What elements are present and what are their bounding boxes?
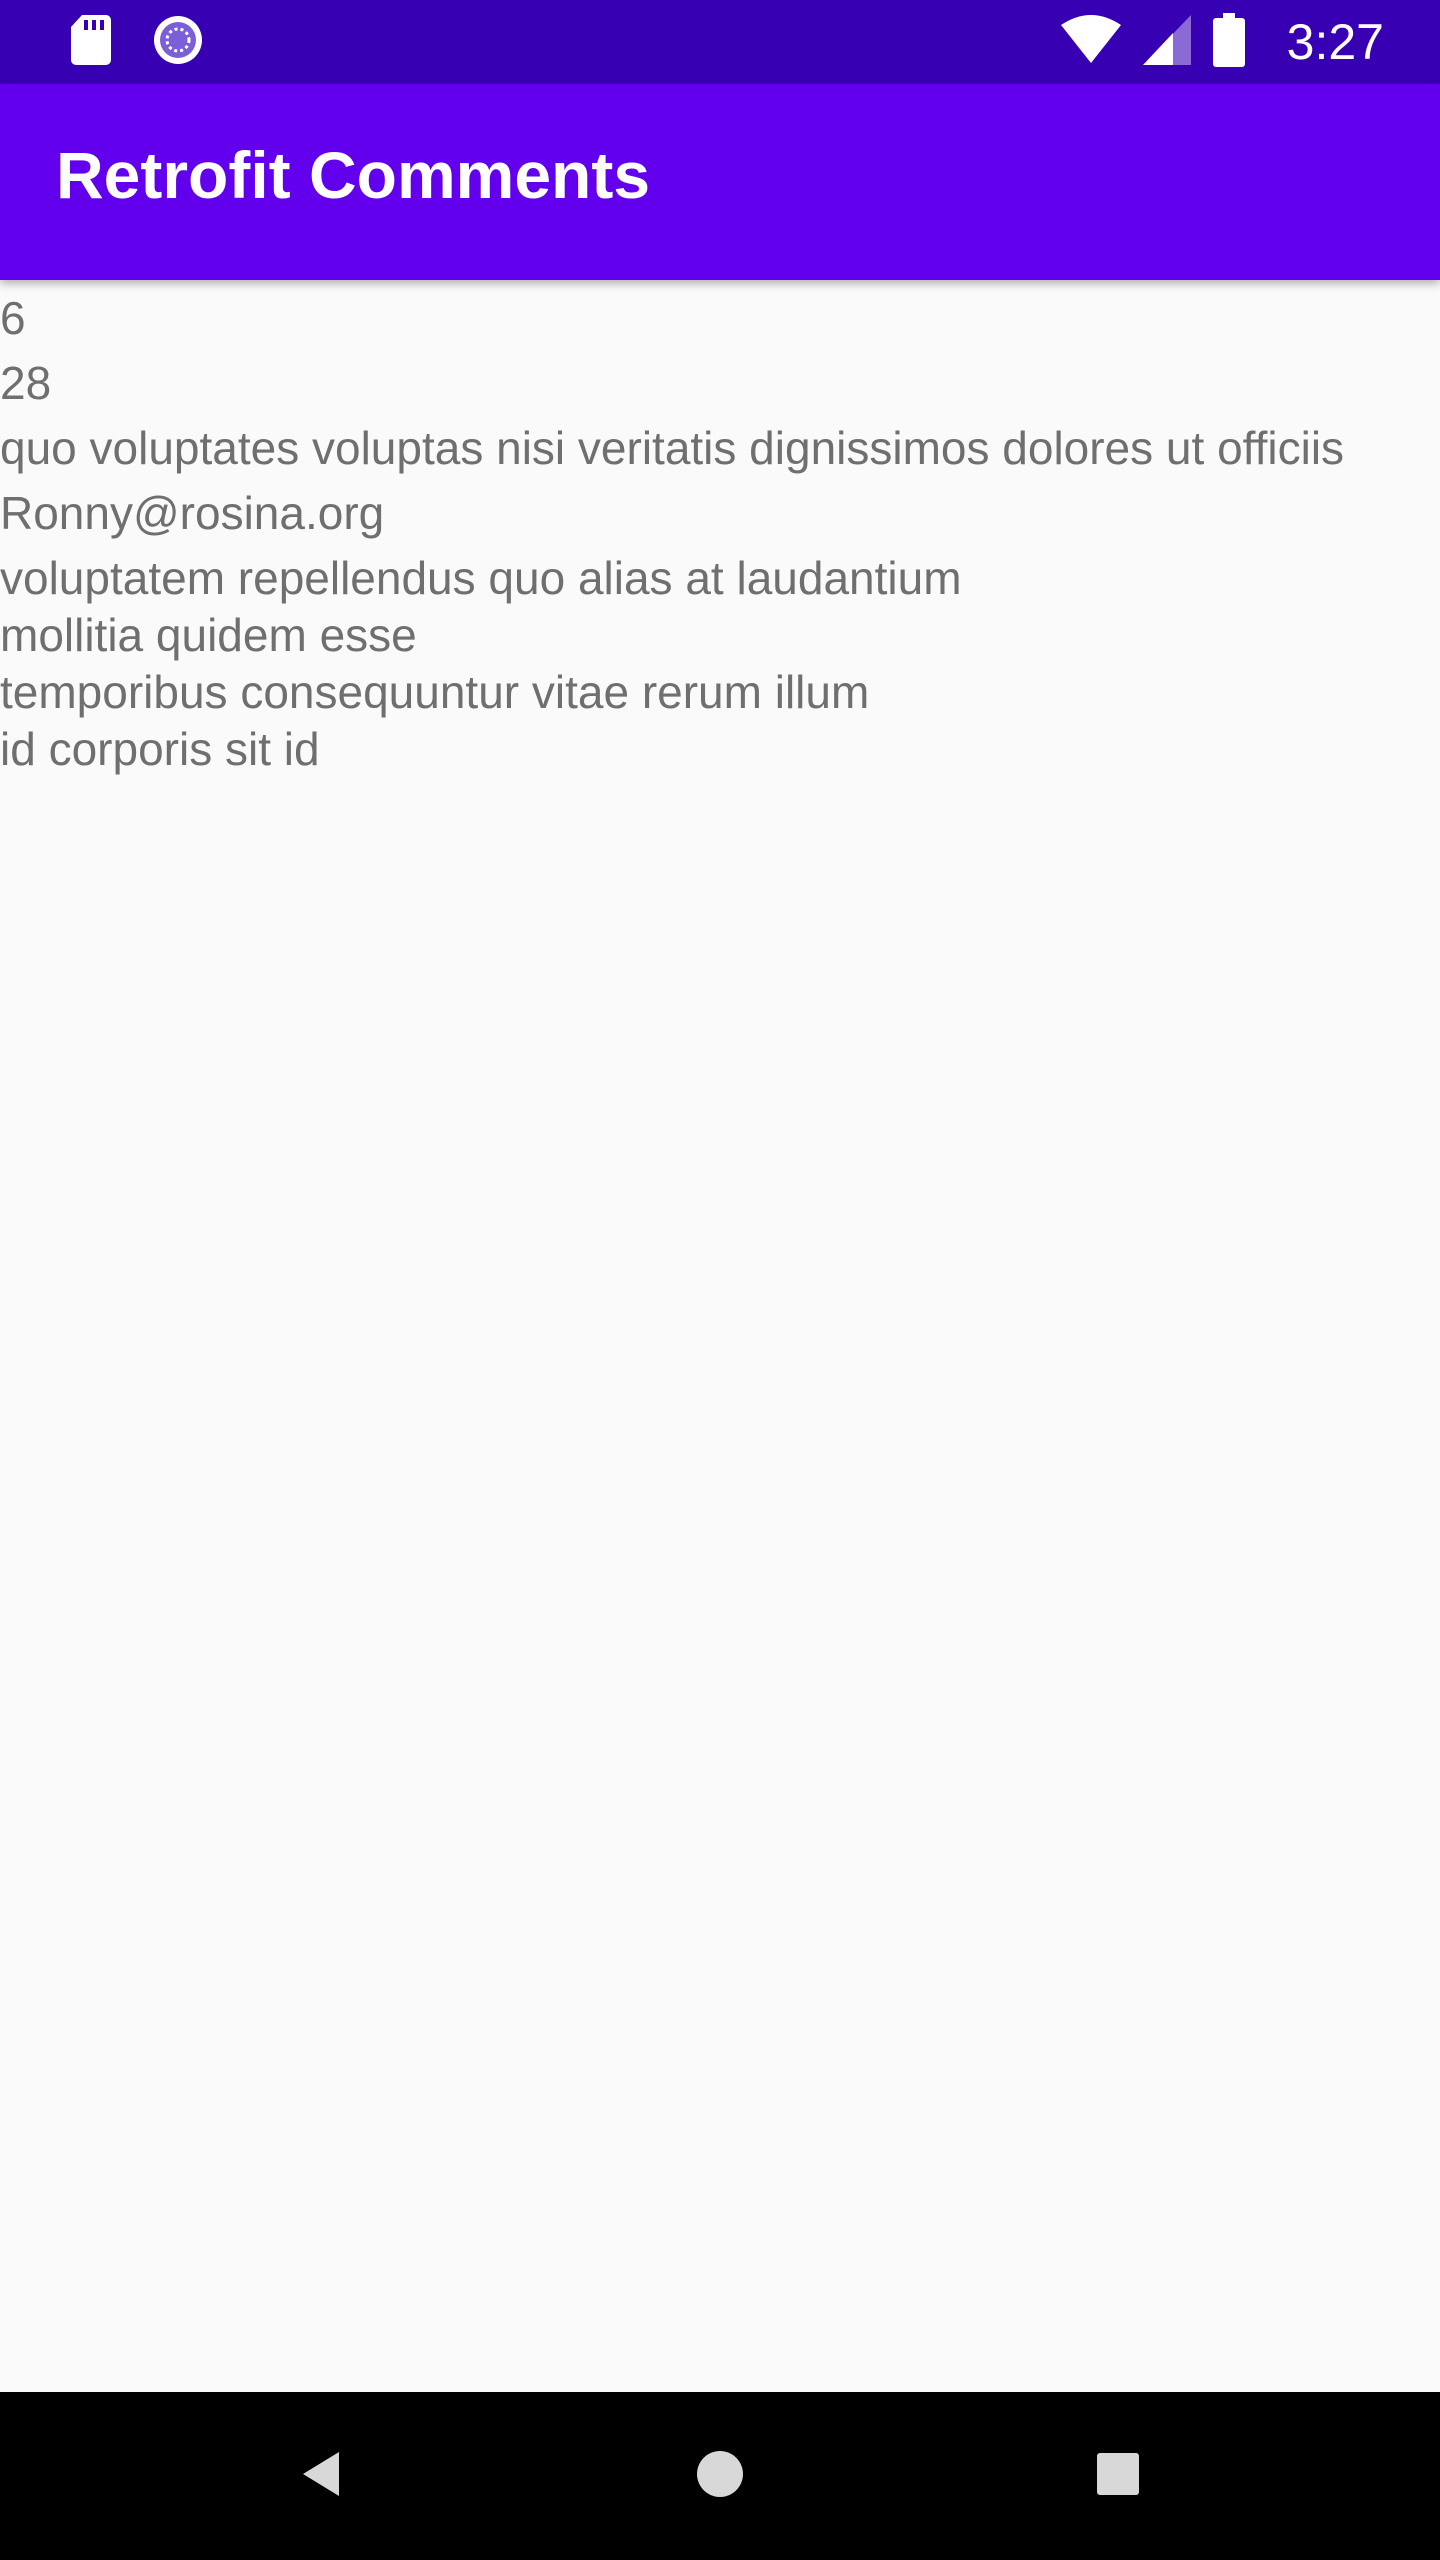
wifi-icon [1060,14,1121,70]
home-button[interactable] [672,2428,768,2524]
battery-icon [1212,12,1245,72]
home-icon [695,2449,745,2504]
comment-id: 28 [0,357,52,409]
cellular-signal-icon [1142,14,1191,70]
app-bar: Retrofit Comments [0,84,1440,280]
status-bar: 3:27 [0,0,1440,84]
sync-progress-icon [152,14,204,71]
comment-email: Ronny@rosina.org [0,487,385,539]
recents-icon [1095,2451,1141,2502]
sd-card-icon [70,14,112,70]
comment-post-id: 6 [0,292,26,344]
status-right-icons: 3:27 [1060,0,1384,84]
comment-detail: 6 28 quo voluptates voluptas nisi verita… [0,290,1400,786]
comment-body: voluptatem repellendus quo alias at laud… [0,552,962,775]
status-time: 3:27 [1286,14,1384,70]
status-left-icons [70,0,204,84]
recents-button[interactable] [1070,2428,1166,2524]
comment-name: quo voluptates voluptas nisi veritatis d… [0,422,1345,474]
back-icon [297,2449,347,2504]
navigation-bar [0,2392,1440,2560]
app-title: Retrofit Comments [56,138,651,212]
back-button[interactable] [274,2428,370,2524]
